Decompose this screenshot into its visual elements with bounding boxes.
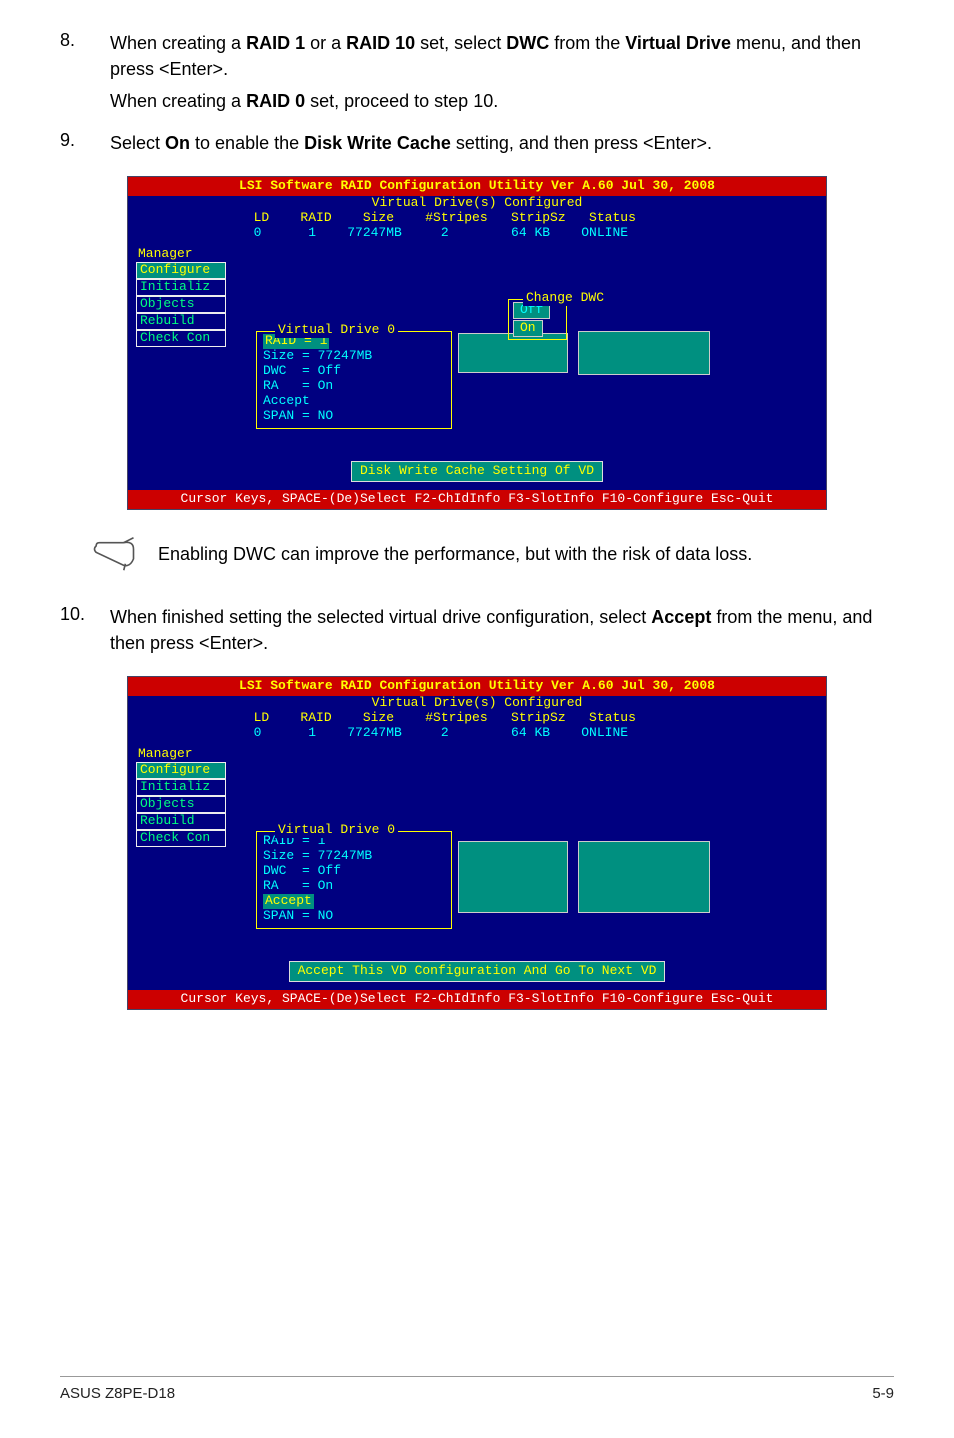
vd0-title: Virtual Drive 0	[275, 823, 398, 838]
text: setting, and then press <Enter>.	[451, 133, 712, 153]
raid10-bold: RAID 10	[346, 33, 415, 53]
bios-screenshot-2: LSI Software RAID Configuration Utility …	[127, 676, 827, 1010]
bios-screenshot-1: LSI Software RAID Configuration Utility …	[127, 176, 827, 510]
virtual-drive-0-panel: Virtual Drive 0 RAID = 1 Size = 77247MB …	[256, 831, 452, 929]
vd0-title: Virtual Drive 0	[275, 323, 398, 338]
raid0-bold: RAID 0	[246, 91, 305, 111]
message-box: Disk Write Cache Setting Of VD	[351, 461, 603, 482]
step-text: Select On to enable the Disk Write Cache…	[110, 130, 894, 162]
menu-item-configure[interactable]: Configure	[136, 262, 226, 279]
vd0-accept[interactable]: Accept	[263, 394, 445, 409]
bios-title: LSI Software RAID Configuration Utility …	[128, 177, 826, 196]
menu-item-initialize[interactable]: Initializ	[136, 279, 226, 296]
vd0-size[interactable]: Size = 77247MB	[263, 349, 445, 364]
vd0-size[interactable]: Size = 77247MB	[263, 849, 445, 864]
step-number: 10.	[60, 604, 110, 662]
menu-item-check[interactable]: Check Con	[136, 330, 226, 347]
text: Select	[110, 133, 165, 153]
step-text: When finished setting the selected virtu…	[110, 604, 894, 662]
on-bold: On	[165, 133, 190, 153]
green-panel	[578, 331, 710, 375]
text: from the	[549, 33, 625, 53]
bios-footer-hints: Cursor Keys, SPACE-(De)Select F2-ChIdInf…	[128, 490, 826, 509]
text: When creating a	[110, 33, 246, 53]
menu-item-rebuild[interactable]: Rebuild	[136, 813, 226, 830]
note-text: Enabling DWC can improve the performance…	[158, 544, 752, 565]
menu-item-objects[interactable]: Objects	[136, 296, 226, 313]
virtual-drive-bold: Virtual Drive	[625, 33, 731, 53]
vd0-span[interactable]: SPAN = NO	[263, 409, 445, 424]
menu-item-configure[interactable]: Configure	[136, 762, 226, 779]
table-header: LD RAID Size #Stripes StripSz Status	[228, 711, 826, 726]
footer-page-number: 5-9	[872, 1385, 894, 1402]
menu-label: Manager	[134, 247, 228, 262]
menu-item-check[interactable]: Check Con	[136, 830, 226, 847]
text: or a	[305, 33, 346, 53]
text: When creating a	[110, 91, 246, 111]
vd0-dwc[interactable]: DWC = Off	[263, 364, 445, 379]
footer-product: ASUS Z8PE-D18	[60, 1385, 175, 1402]
change-dwc-title: Change DWC	[523, 291, 607, 306]
bios-subtitle: Virtual Drive(s) Configured	[128, 696, 826, 711]
dwc-on-option[interactable]: On	[513, 320, 543, 337]
vd0-ra[interactable]: RA = On	[263, 379, 445, 394]
bios-title: LSI Software RAID Configuration Utility …	[128, 677, 826, 696]
green-panel	[458, 841, 568, 913]
dwc-bold: Disk Write Cache	[304, 133, 451, 153]
bios-subtitle: Virtual Drive(s) Configured	[128, 196, 826, 211]
dwc-bold: DWC	[506, 33, 549, 53]
step-number: 9.	[60, 130, 110, 162]
raid1-bold: RAID 1	[246, 33, 305, 53]
text: to enable the	[190, 133, 304, 153]
accept-bold: Accept	[651, 607, 711, 627]
menu-item-rebuild[interactable]: Rebuild	[136, 313, 226, 330]
message-box: Accept This VD Configuration And Go To N…	[289, 961, 666, 982]
note-icon	[88, 534, 140, 574]
vd0-dwc[interactable]: DWC = Off	[263, 864, 445, 879]
menu-item-objects[interactable]: Objects	[136, 796, 226, 813]
menu-label: Manager	[134, 747, 228, 762]
vd0-ra[interactable]: RA = On	[263, 879, 445, 894]
vd0-span[interactable]: SPAN = NO	[263, 909, 445, 924]
vd0-accept[interactable]: Accept	[263, 894, 314, 909]
step-number: 8.	[60, 30, 110, 120]
menu-item-initialize[interactable]: Initializ	[136, 779, 226, 796]
step-text: When creating a RAID 1 or a RAID 10 set,…	[110, 30, 894, 120]
table-row: 0 1 77247MB 2 64 KB ONLINE	[228, 726, 826, 741]
virtual-drive-0-panel: Virtual Drive 0 RAID = 1 Size = 77247MB …	[256, 331, 452, 429]
bios-footer-hints: Cursor Keys, SPACE-(De)Select F2-ChIdInf…	[128, 990, 826, 1009]
table-row: 0 1 77247MB 2 64 KB ONLINE	[228, 226, 826, 241]
change-dwc-panel: Change DWC Off On	[508, 299, 567, 340]
text: set, proceed to step 10.	[305, 91, 498, 111]
green-panel	[578, 841, 710, 913]
text: set, select	[415, 33, 506, 53]
table-header: LD RAID Size #Stripes StripSz Status	[228, 211, 826, 226]
text: When finished setting the selected virtu…	[110, 607, 651, 627]
